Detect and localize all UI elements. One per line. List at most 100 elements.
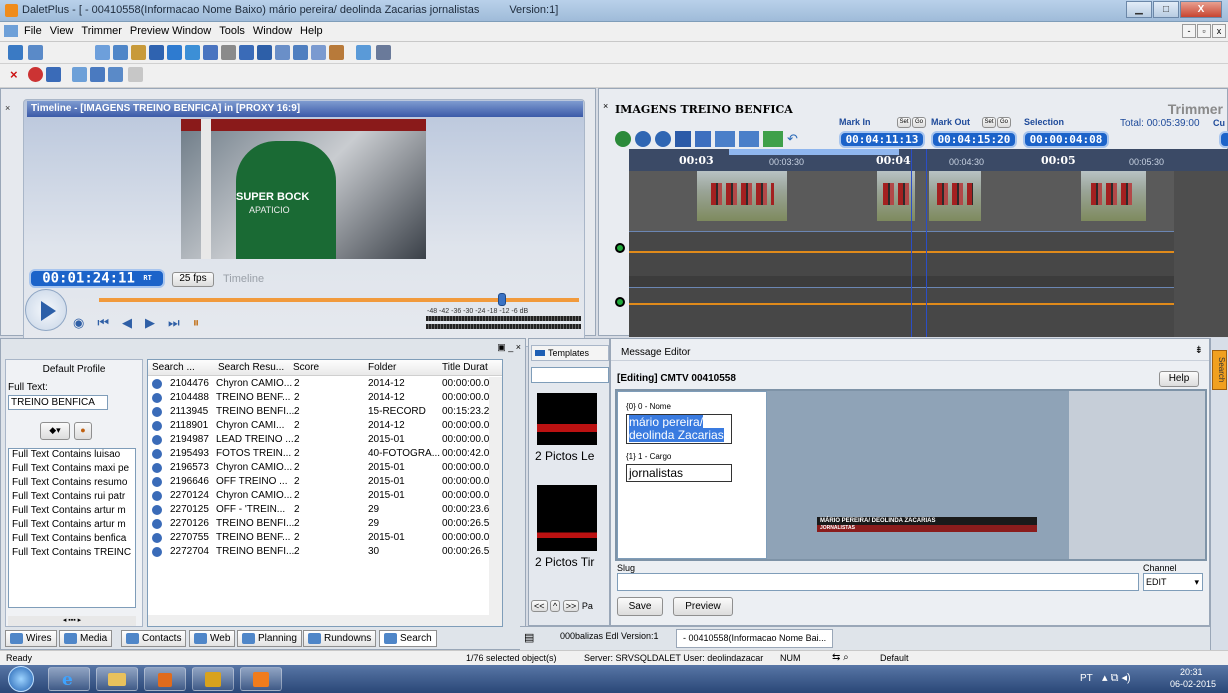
- results-vscroll[interactable]: [489, 377, 502, 615]
- layout-icon[interactable]: [8, 45, 23, 60]
- table-row[interactable]: 2104488 TREINO BENF... 2 2014-12 00:00:00.0: [148, 391, 489, 405]
- menu-help[interactable]: Help: [296, 22, 327, 37]
- table-row[interactable]: 2104476 Chyron CAMIO... 2 2014-12 00:00:00.0: [148, 377, 489, 391]
- filter-item[interactable]: Full Text Contains benfica: [9, 533, 135, 547]
- minimize-button[interactable]: ▁: [1126, 1, 1152, 18]
- filter-item[interactable]: Full Text Contains rui patr: [9, 491, 135, 505]
- mdi-minimize-button[interactable]: -: [1182, 24, 1196, 38]
- grid-icon[interactable]: [28, 45, 43, 60]
- tab-contacts[interactable]: Contacts: [121, 630, 187, 647]
- zoom-fit-icon[interactable]: [615, 131, 631, 147]
- tool-icon[interactable]: [329, 45, 344, 60]
- tool-icon[interactable]: [113, 45, 128, 60]
- pin-icon[interactable]: ⇟: [1195, 345, 1203, 356]
- tab-wires[interactable]: Wires: [5, 630, 57, 647]
- search-go-button[interactable]: ●: [74, 422, 92, 440]
- help-button[interactable]: Help: [1159, 371, 1199, 387]
- mdi-close-button[interactable]: x: [1212, 24, 1226, 38]
- col-folder[interactable]: Folder: [368, 362, 396, 373]
- tool-icon[interactable]: [275, 45, 290, 60]
- taskbar-explorer[interactable]: [96, 667, 138, 691]
- mark-in-set-button[interactable]: Set: [897, 117, 911, 128]
- position-track[interactable]: [99, 298, 579, 302]
- tool-icon[interactable]: [376, 45, 391, 60]
- subclip-icon[interactable]: [715, 131, 735, 147]
- goto-end-button[interactable]: ⏭: [168, 315, 193, 330]
- table-row[interactable]: 2194987 LEAD TREINO ... 2 2015-01 00:00:00.0: [148, 433, 489, 447]
- save-icon[interactable]: [46, 67, 61, 82]
- tab-web[interactable]: Web: [189, 630, 236, 647]
- template-label-1[interactable]: 2 Pictos Le: [535, 449, 594, 463]
- timeline-tracks[interactable]: [629, 149, 1228, 337]
- table-row[interactable]: 2270126 TREINO BENFI... 2 29 00:00:26.5: [148, 517, 489, 531]
- table-row[interactable]: 2272704 TREINO BENFI... 2 30 00:00:26.5: [148, 545, 489, 559]
- pane-controls[interactable]: ▣ _ ×: [497, 342, 521, 353]
- col-duration[interactable]: Title Durat: [442, 362, 488, 373]
- mark-out-set-button[interactable]: Set: [982, 117, 996, 128]
- zoom-in-icon[interactable]: [635, 131, 651, 147]
- up-button[interactable]: ^: [550, 600, 561, 612]
- start-button[interactable]: [8, 666, 34, 692]
- col-score[interactable]: Score: [293, 362, 319, 373]
- channel-select[interactable]: EDIT ▾: [1143, 573, 1203, 591]
- tool-icon[interactable]: [257, 45, 272, 60]
- table-row[interactable]: 2113945 TREINO BENFI... 2 15-RECORD 00:15:23…: [148, 405, 489, 419]
- mark-out-go-button[interactable]: Go: [997, 117, 1011, 128]
- template-thumb-2[interactable]: [537, 485, 597, 551]
- props-icon[interactable]: [72, 67, 87, 82]
- audio-track-1-toggle[interactable]: [615, 243, 625, 253]
- tool-icon[interactable]: [221, 45, 236, 60]
- cargo-field[interactable]: jornalistas: [626, 464, 732, 482]
- mdi-restore-button[interactable]: ▫: [1197, 24, 1211, 38]
- filter-item[interactable]: Full Text Contains maxi pe: [9, 463, 135, 477]
- clock-time[interactable]: 20:31: [1180, 667, 1203, 677]
- tool-icon[interactable]: [167, 45, 182, 60]
- table-row[interactable]: 2196646 OFF TREINO ... 2 2015-01 00:00:00.0: [148, 475, 489, 489]
- goto-start-button[interactable]: ⏮: [97, 315, 122, 330]
- tool-icon[interactable]: [239, 45, 254, 60]
- profile-dropdown-button[interactable]: ◆▾: [40, 422, 70, 440]
- menu-window[interactable]: Window: [249, 22, 296, 37]
- filter-item[interactable]: Full Text Contains TREINC: [9, 547, 135, 561]
- mark-out-line[interactable]: [926, 149, 927, 337]
- filter-item[interactable]: Full Text Contains artur m: [9, 519, 135, 533]
- name-field[interactable]: mário pereira/ deolinda Zacarias: [626, 414, 732, 444]
- template-label-2[interactable]: 2 Pictos Tir: [535, 555, 594, 569]
- tab-rundowns[interactable]: Rundowns: [303, 630, 377, 647]
- language-indicator[interactable]: PT: [1080, 673, 1093, 684]
- col-result[interactable]: Search Resu...: [218, 362, 284, 373]
- filter-item[interactable]: Full Text Contains resumo: [9, 477, 135, 491]
- templates-filter-input[interactable]: [531, 367, 609, 383]
- taskbar-ie[interactable]: e: [48, 667, 90, 691]
- table-row[interactable]: 2196573 Chyron CAMIO... 2 2015-01 00:00:00.0: [148, 461, 489, 475]
- tool-icon[interactable]: [95, 45, 110, 60]
- play-button[interactable]: [25, 289, 67, 331]
- table-row[interactable]: 2195493 FOTOS TREIN... 2 40-FOTOGRA... 00:00…: [148, 447, 489, 461]
- stop-button[interactable]: ◉: [73, 315, 97, 330]
- filter-list[interactable]: Full Text Contains luisao Full Text Cont…: [8, 448, 136, 608]
- menu-tools[interactable]: Tools: [215, 22, 249, 37]
- close-pin-icon[interactable]: ×: [603, 101, 611, 115]
- tool-icon[interactable]: [356, 45, 371, 60]
- filter-hscroll[interactable]: ◂ ▪▪▪ ▸: [8, 616, 136, 626]
- tool-icon[interactable]: [311, 45, 326, 60]
- send-icon[interactable]: [739, 131, 759, 147]
- close-button[interactable]: X: [1180, 1, 1222, 18]
- position-slider[interactable]: [498, 293, 507, 306]
- col-search[interactable]: Search ...: [152, 362, 195, 373]
- menu-file[interactable]: File: [20, 22, 46, 37]
- audio-track-2-toggle[interactable]: [615, 297, 625, 307]
- results-hscroll[interactable]: [148, 615, 502, 626]
- fps-button[interactable]: 25 fps: [172, 272, 214, 287]
- close-pin-icon[interactable]: ×: [5, 103, 13, 117]
- undo-icon[interactable]: ↶: [787, 131, 801, 147]
- tool-icon[interactable]: [293, 45, 308, 60]
- transfer-icon[interactable]: [763, 131, 783, 147]
- table-row[interactable]: 2270755 TREINO BENF... 2 2015-01 00:00:00.0: [148, 531, 489, 545]
- tab-search[interactable]: Search: [379, 630, 437, 647]
- taskbar-app[interactable]: [144, 667, 186, 691]
- tool-icon[interactable]: [149, 45, 164, 60]
- doc-tab-message[interactable]: - 00410558(Informacao Nome Bai...: [676, 629, 834, 648]
- table-row[interactable]: 2118901 Chyron CAMI... 2 2014-12 00:00:00.0: [148, 419, 489, 433]
- slug-input[interactable]: [617, 573, 1139, 591]
